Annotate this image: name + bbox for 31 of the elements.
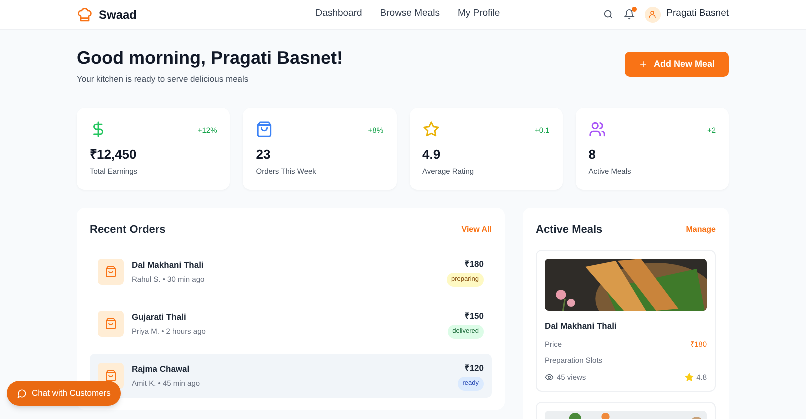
stat-value: 8 bbox=[588, 146, 597, 164]
nav-link[interactable]: Dashboard bbox=[316, 7, 362, 22]
meal-name: Dal Makhani Thali bbox=[545, 320, 618, 333]
greeting-subtitle: Your kitchen is ready to serve delicious meals bbox=[77, 73, 250, 86]
panel-title: Recent Orders bbox=[90, 222, 166, 238]
meal-name: Dal Makhani Thali bbox=[132, 259, 205, 272]
brand-name: Swaad bbox=[99, 6, 138, 24]
greeting-title: Good morning, Pragati Basnet! bbox=[77, 47, 344, 70]
star-icon bbox=[684, 372, 694, 382]
plus-icon bbox=[638, 60, 648, 69]
chat-bubble-icon bbox=[17, 388, 27, 398]
order-icon bbox=[98, 311, 124, 338]
order-price: ₹120 bbox=[464, 362, 484, 374]
stat-value: ₹12,450 bbox=[90, 146, 138, 164]
search-icon bbox=[602, 9, 614, 20]
nav-link[interactable]: My Profile bbox=[458, 7, 500, 22]
notification-bell-icon[interactable] bbox=[624, 9, 635, 20]
chef-hat-icon bbox=[77, 6, 93, 22]
meal-name: Gujarati Thali bbox=[132, 311, 188, 324]
nav-link[interactable]: Browse Meals bbox=[380, 7, 440, 22]
panel-title: Active Meals bbox=[536, 222, 603, 238]
stat-value: 23 bbox=[256, 146, 272, 164]
stat-value: 4.9 bbox=[422, 146, 442, 164]
order-icon bbox=[98, 259, 124, 286]
user-name[interactable]: Pragati Basnet bbox=[666, 7, 729, 22]
eye-icon bbox=[545, 372, 554, 382]
person-icon bbox=[648, 10, 658, 19]
order-price: ₹180 bbox=[464, 258, 484, 270]
avatar[interactable] bbox=[644, 6, 661, 22]
meal-name: Rajma Chawal bbox=[132, 363, 191, 376]
order-price: ₹150 bbox=[464, 310, 484, 322]
